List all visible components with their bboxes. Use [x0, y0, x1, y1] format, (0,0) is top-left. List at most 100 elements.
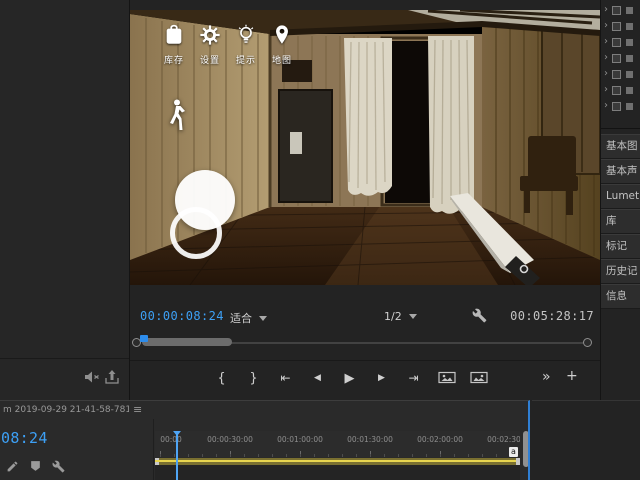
hud-label: 库存	[163, 56, 184, 66]
monitor-settings-button[interactable]	[472, 308, 487, 327]
left-panel	[0, 0, 129, 400]
trackhead-divider	[153, 419, 154, 480]
walk-toggle-button[interactable]	[166, 98, 186, 138]
scrubber-zoom-bar[interactable]	[142, 338, 232, 346]
timeline-marker-button[interactable]	[29, 460, 42, 473]
bin-item[interactable]: ›	[601, 50, 640, 66]
tab-history[interactable]: 历史记	[601, 259, 640, 284]
item-thumb-icon	[626, 22, 633, 30]
fit-dropdown[interactable]: 适合	[230, 310, 267, 326]
folder-icon	[612, 5, 621, 15]
go-to-out-button[interactable]: ⇥	[406, 372, 421, 384]
timeline-ruler[interactable]: 00:00 00:00:30:00 00:01:00:00 00:01:30:0…	[155, 431, 520, 457]
mark-in-button[interactable]: {	[214, 372, 229, 385]
chevron-right-icon: ›	[604, 20, 608, 31]
timeline-pen-button[interactable]	[6, 460, 19, 473]
tab-essential-graphics[interactable]: 基本图	[601, 134, 640, 159]
resolution-dropdown-label: 1/2	[384, 310, 402, 323]
marker-badge[interactable]: a	[509, 447, 518, 457]
transport-divider	[130, 360, 600, 361]
more-buttons-chevron[interactable]: »	[542, 369, 551, 385]
work-area-right-handle[interactable]	[516, 458, 520, 465]
wrench-icon	[52, 460, 65, 473]
ruler-label: 00:00:30:00	[207, 435, 253, 444]
ruler-tick	[160, 451, 161, 457]
bulb-icon	[235, 24, 257, 50]
work-area-bar[interactable]	[155, 458, 520, 465]
bin-item[interactable]: ›	[601, 82, 640, 98]
sequence-title: m 2019-09-29 21-41-58-781	[3, 405, 129, 415]
step-forward-button[interactable]: ▶	[374, 373, 389, 383]
chevron-right-icon: ›	[604, 100, 608, 111]
hud-label: 地图	[271, 56, 292, 66]
add-button[interactable]: +	[566, 368, 578, 384]
bin-item[interactable]: ›	[601, 98, 640, 114]
extract-button[interactable]	[470, 371, 488, 386]
hud-label: 提示	[235, 56, 256, 66]
chevron-right-icon: ›	[604, 84, 608, 95]
map-button[interactable]: 地图	[264, 24, 300, 66]
chevron-down-icon	[408, 314, 417, 319]
tab-libraries[interactable]: 库	[601, 209, 640, 234]
folder-icon	[612, 37, 621, 47]
folder-icon	[612, 85, 621, 95]
bin-item[interactable]: ›	[601, 2, 640, 18]
export-icon	[105, 370, 119, 384]
bin-tree: › › › › › › ›	[601, 2, 640, 114]
bin-item[interactable]: ›	[601, 18, 640, 34]
folder-icon	[612, 53, 621, 63]
play-button[interactable]: ▶	[342, 372, 357, 385]
pen-icon	[7, 461, 18, 472]
empty-panel	[532, 400, 640, 480]
go-to-in-button[interactable]: ⇤	[278, 372, 293, 384]
timeline-scrollbar[interactable]	[523, 431, 528, 467]
tab-lumetri[interactable]: Lumetr	[601, 184, 640, 209]
ruler-tick	[440, 451, 441, 457]
tab-info[interactable]: 信息	[601, 284, 640, 309]
scrubber-right-knob[interactable]	[583, 338, 592, 347]
inventory-button[interactable]: 库存	[156, 24, 192, 66]
item-thumb-icon	[626, 6, 633, 14]
timeline-playhead[interactable]	[173, 431, 181, 480]
ruler-label: 00:01:00:00	[277, 435, 323, 444]
mute-button[interactable]	[84, 369, 100, 385]
mark-out-button[interactable]: }	[246, 372, 261, 385]
mute-speaker-icon	[85, 371, 99, 383]
item-thumb-icon	[626, 54, 633, 62]
backpack-icon	[163, 24, 185, 50]
timeline-toolbar	[6, 460, 65, 473]
folder-icon	[612, 21, 621, 31]
walking-person-icon	[170, 99, 185, 130]
program-monitor-video[interactable]: 库存 设置 提示 地图	[130, 10, 600, 285]
wrench-icon	[472, 308, 487, 323]
lift-button[interactable]	[438, 371, 456, 386]
timeline-timecode[interactable]: 08:24	[1, 429, 48, 447]
hint-button[interactable]: 提示	[228, 24, 264, 66]
timeline-settings-button[interactable]	[52, 460, 65, 473]
monitor-controls: 00:00:08:24 适合 1/2 00:05:28:17	[130, 306, 600, 330]
folder-icon	[612, 101, 621, 111]
step-back-button[interactable]: ◀	[310, 373, 325, 383]
transport-controls: { } ⇤ ◀ ▶ ▶ ⇥	[214, 364, 488, 392]
export-button[interactable]	[104, 369, 120, 385]
gear-icon	[199, 24, 221, 50]
program-monitor-panel: 库存 设置 提示 地图 00:00:08:24 适合 1/2 00:05:28:…	[130, 0, 600, 400]
map-pin-icon	[271, 24, 293, 50]
tab-markers[interactable]: 标记	[601, 234, 640, 259]
joystick-ring[interactable]	[170, 207, 222, 259]
duration-timecode: 00:05:28:17	[510, 309, 594, 323]
bin-item[interactable]: ›	[601, 66, 640, 82]
bin-item[interactable]: ›	[601, 34, 640, 50]
timeline-tracks[interactable]	[155, 465, 520, 480]
current-timecode[interactable]: 00:00:08:24	[140, 309, 224, 323]
tab-essential-sound[interactable]: 基本声	[601, 159, 640, 184]
lift-icon	[438, 371, 456, 383]
panel-menu-icon[interactable]: ≡	[133, 403, 142, 416]
playback-resolution-dropdown[interactable]: 1/2	[384, 310, 417, 323]
scrubber-playhead[interactable]	[140, 335, 148, 342]
item-thumb-icon	[626, 86, 633, 94]
settings-button[interactable]: 设置	[192, 24, 228, 66]
chevron-right-icon: ›	[604, 68, 608, 79]
hud-label: 设置	[199, 56, 220, 66]
extract-icon	[470, 371, 488, 383]
